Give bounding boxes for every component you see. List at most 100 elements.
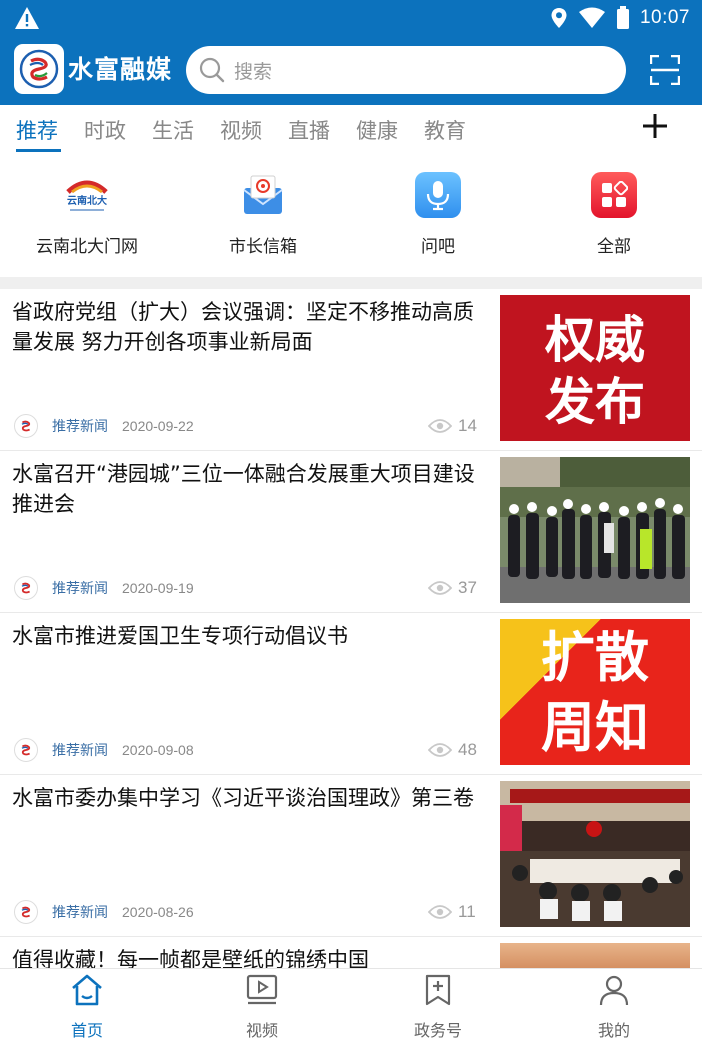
source-logo-icon — [14, 738, 38, 762]
view-count: 37 — [458, 578, 477, 597]
nav-label: 我的 — [597, 1021, 630, 1040]
battery-icon — [616, 6, 629, 29]
source-logo-icon — [14, 576, 38, 600]
sunset-photo-image — [500, 943, 690, 968]
eye-icon — [428, 905, 452, 919]
scan-icon[interactable] — [650, 55, 680, 85]
news-date: 2020-09-19 — [122, 580, 194, 596]
app-logo[interactable] — [14, 44, 64, 94]
news-views: 48 — [428, 740, 477, 760]
tab-life[interactable]: 生活 — [152, 115, 194, 145]
quick-entry-all[interactable]: 全部 — [534, 172, 694, 257]
nav-label: 视频 — [245, 1021, 278, 1040]
nav-label: 首页 — [70, 1021, 103, 1040]
quick-entries: 云南北大 云南北大门网 市长信箱 问吧 全部 — [0, 160, 702, 275]
tab-health[interactable]: 健康 — [356, 115, 398, 145]
news-item[interactable]: 省政府党组（扩大）会议强调：坚定不移推动高质量发展 努力开创各项事业新局面 推荐… — [0, 289, 702, 451]
news-source: 推荐新闻 — [52, 905, 108, 921]
nav-profile[interactable]: 我的 — [554, 973, 674, 1040]
news-source: 推荐新闻 — [52, 743, 108, 759]
thumbnail-text-1: 权威 — [545, 311, 645, 369]
quick-entry-ask[interactable]: 问吧 — [358, 172, 518, 257]
tab-recommend[interactable]: 推荐 — [16, 115, 58, 145]
news-meta: 推荐新闻 2020-09-22 — [14, 413, 194, 439]
video-icon — [246, 974, 278, 1005]
news-thumbnail[interactable] — [500, 943, 690, 968]
thumbnail-text-2: 周知 — [541, 696, 649, 759]
warning-icon — [15, 7, 39, 29]
eye-icon — [428, 743, 452, 757]
meeting-photo-image — [500, 781, 690, 927]
microphone-icon — [415, 172, 461, 218]
nav-video[interactable]: 视频 — [202, 973, 322, 1040]
section-divider — [0, 277, 702, 289]
gov-account-icon — [425, 974, 451, 1006]
news-meta: 推荐新闻 2020-09-19 — [14, 575, 194, 601]
quick-entry-yunnan[interactable]: 云南北大 云南北大门网 — [7, 172, 167, 257]
search-icon — [199, 57, 225, 83]
mailbox-svg — [243, 175, 283, 214]
yunnan-north-gate-logo-icon: 云南北大 — [64, 172, 110, 218]
view-count: 14 — [458, 416, 477, 435]
status-bar: 10:07 — [0, 0, 702, 36]
view-count: 11 — [458, 902, 476, 921]
news-title: 水富市推进爱国卫生专项行动倡议书 — [12, 624, 348, 648]
news-thumbnail[interactable] — [500, 457, 690, 603]
wifi-icon — [578, 7, 605, 28]
news-views: 11 — [428, 902, 476, 922]
source-logo-svg — [21, 744, 31, 756]
add-channel-icon[interactable] — [642, 113, 668, 139]
news-item[interactable]: 值得收藏！每一帧都是壁纸的锦绣中国 — [0, 937, 702, 968]
news-title: 省政府党组（扩大）会议强调：坚定不移推动高质量发展 努力开创各项事业新局面 — [12, 300, 474, 354]
quick-entry-label: 市长信箱 — [229, 237, 297, 257]
quick-entry-label: 问吧 — [421, 237, 455, 257]
status-time: 10:07 — [639, 7, 690, 28]
news-date: 2020-09-22 — [122, 418, 194, 434]
search-placeholder: 搜索 — [234, 60, 273, 83]
quick-entry-label: 全部 — [597, 237, 631, 257]
news-item[interactable]: 水富召开“港园城”三位一体融合发展重大项目建设推进会 推荐新闻 2020-09-… — [0, 451, 702, 613]
tab-education[interactable]: 教育 — [424, 115, 466, 145]
quick-entry-label: 云南北大门网 — [36, 237, 138, 257]
news-meta: 推荐新闻 2020-08-26 — [14, 899, 194, 925]
nav-home[interactable]: 首页 — [27, 973, 147, 1040]
yunnan-logo-svg: 云南北大 — [66, 180, 108, 211]
news-thumbnail[interactable] — [500, 781, 690, 927]
news-views: 37 — [428, 578, 477, 598]
nav-label: 政务号 — [413, 1021, 462, 1040]
app-logo-icon — [19, 49, 59, 89]
news-title: 值得收藏！每一帧都是壁纸的锦绣中国 — [12, 948, 369, 968]
news-thumbnail[interactable]: 权威 发布 — [500, 295, 690, 441]
quick-entry-mayor-mailbox[interactable]: 市长信箱 — [183, 172, 343, 257]
source-logo-icon — [14, 900, 38, 924]
source-logo-svg — [21, 582, 31, 594]
thumbnail-text-1: 扩散 — [541, 626, 649, 689]
group-photo-image — [500, 457, 690, 603]
yunnan-logo-text: 云南北大 — [67, 194, 107, 207]
channel-tabs: 推荐 时政 生活 视频 直播 健康 教育 — [0, 105, 702, 153]
microphone-svg — [426, 181, 450, 211]
all-apps-svg — [602, 181, 628, 207]
tab-video[interactable]: 视频 — [220, 115, 262, 145]
news-date: 2020-08-26 — [122, 904, 194, 920]
tab-live[interactable]: 直播 — [288, 115, 330, 145]
news-item[interactable]: 水富市推进爱国卫生专项行动倡议书 推荐新闻 2020-09-08 48 扩散 周… — [0, 613, 702, 775]
view-count: 48 — [458, 740, 477, 759]
news-item[interactable]: 水富市委办集中学习《习近平谈治国理政》第三卷 推荐新闻 2020-08-26 1… — [0, 775, 702, 937]
news-title: 水富市委办集中学习《习近平谈治国理政》第三卷 — [12, 786, 474, 810]
search-input[interactable]: 搜索 — [186, 46, 626, 94]
location-icon — [551, 8, 567, 28]
news-meta: 推荐新闻 2020-09-08 — [14, 737, 194, 763]
eye-icon — [428, 581, 452, 595]
app-name: 水富融媒 — [68, 55, 173, 84]
news-title: 水富召开“港园城”三位一体融合发展重大项目建设推进会 — [12, 462, 475, 516]
all-apps-icon — [591, 172, 637, 218]
mailbox-icon — [240, 172, 286, 218]
news-views: 14 — [428, 416, 477, 436]
tab-politics[interactable]: 时政 — [84, 115, 126, 145]
source-logo-icon — [14, 414, 38, 438]
news-source: 推荐新闻 — [52, 581, 108, 597]
news-thumbnail[interactable]: 扩散 周知 — [500, 619, 690, 765]
active-tab-indicator — [16, 149, 61, 152]
nav-gov-account[interactable]: 政务号 — [378, 973, 498, 1040]
